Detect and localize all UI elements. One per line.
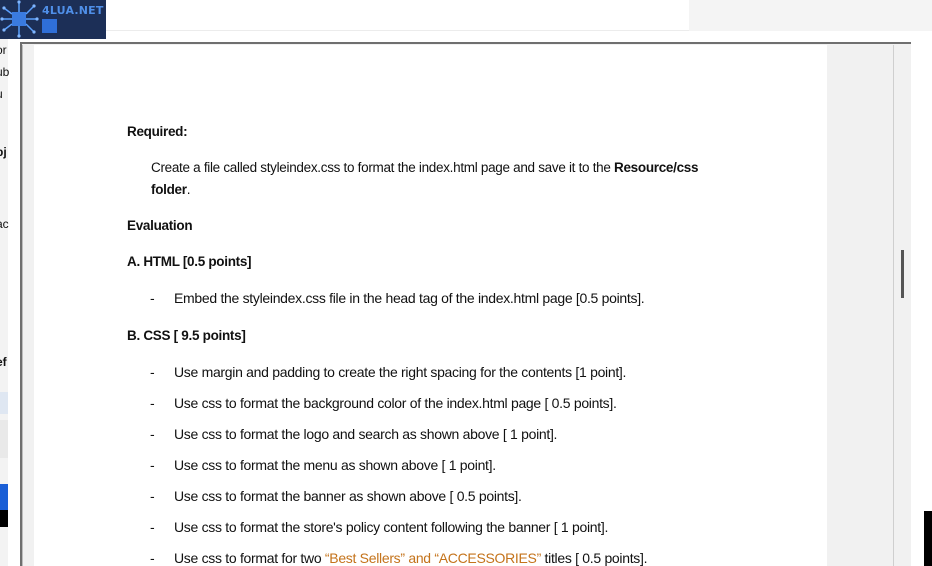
list-item-text: Use css to format the background color o… xyxy=(174,395,617,411)
list-item-text-end: titles [ 0.5 points]. xyxy=(540,550,648,566)
screen: 4LUA.NET or ub u bj ac ef Required: Crea… xyxy=(0,0,932,566)
list-item: - Use css to format for two “Best Sellers… xyxy=(150,550,647,566)
list-item: - Use css to format the banner as shown a… xyxy=(150,488,522,504)
list-item-text: Embed the styleindex.css file in the hea… xyxy=(174,290,645,306)
highlighted-titles: “Best Sellers” and “ACCESSORIES” xyxy=(324,550,541,566)
list-item-text: Use css to format for two xyxy=(174,550,325,566)
evaluation-heading: Evaluation xyxy=(127,218,193,233)
bullet-dash: - xyxy=(150,395,155,411)
required-text-end: . xyxy=(186,182,191,197)
list-item-text: Use css to format the menu as shown abov… xyxy=(174,457,496,473)
list-item: - Use css to format the store's policy co… xyxy=(150,519,608,535)
list-item: - Use css to format the logo and search a… xyxy=(150,426,557,442)
list-item-text: Use margin and padding to create the rig… xyxy=(174,364,627,380)
list-item-text: Use css to format the store's policy con… xyxy=(174,519,609,535)
bullet-dash: - xyxy=(150,519,155,535)
document-content: Required: Create a file called styleinde… xyxy=(0,0,932,566)
bullet-dash: - xyxy=(150,426,155,442)
list-item: - Use css to format the menu as shown abo… xyxy=(150,457,496,473)
list-item: - Use margin and padding to create the ri… xyxy=(150,364,626,380)
section-b-title: B. CSS [ 9.5 points] xyxy=(127,328,246,343)
required-heading: Required: xyxy=(127,124,188,139)
bullet-dash: - xyxy=(150,364,155,380)
required-paragraph: Create a file called styleindex.css to f… xyxy=(151,157,721,201)
bullet-dash: - xyxy=(150,488,155,504)
list-item-text: Use css to format the logo and search as… xyxy=(174,426,558,442)
list-item: - Use css to format the background color … xyxy=(150,395,617,411)
list-item: - Embed the styleindex.css file in the he… xyxy=(150,290,645,306)
bullet-dash: - xyxy=(150,457,155,473)
required-text: Create a file called styleindex.css to f… xyxy=(151,160,615,175)
bullet-dash: - xyxy=(150,290,155,306)
list-item-text: Use css to format the banner as shown ab… xyxy=(174,488,522,504)
section-a-title: A. HTML [0.5 points] xyxy=(127,254,252,269)
bullet-dash: - xyxy=(150,550,155,566)
